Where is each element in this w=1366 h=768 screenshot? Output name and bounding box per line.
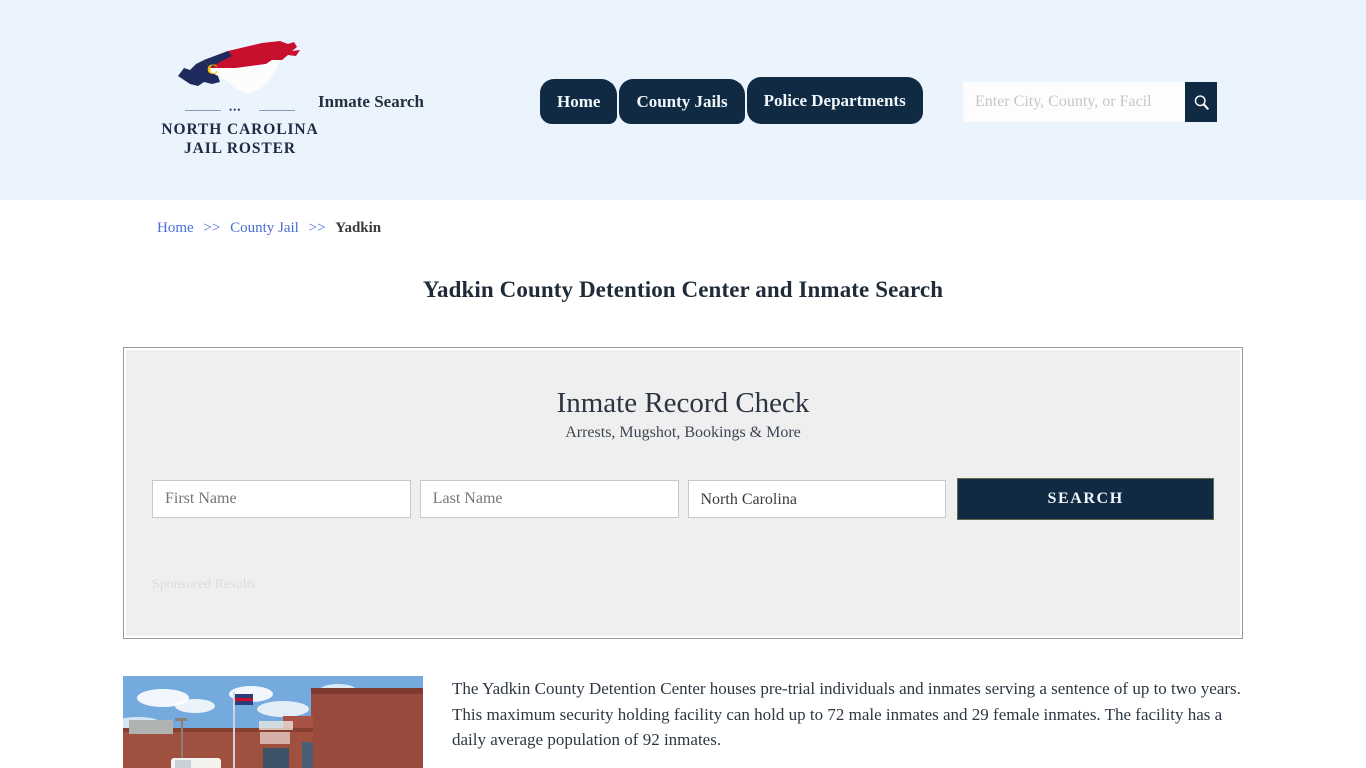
header-inner: C ••• NORTH CAROLINA JAIL ROSTER Inmate … xyxy=(123,0,1243,200)
facility-photo xyxy=(123,676,423,768)
inmate-record-check-card: Inmate Record Check Arrests, Mugshot, Bo… xyxy=(123,347,1243,639)
breadcrumb-item-home[interactable]: Home xyxy=(157,220,194,236)
state-select[interactable]: North Carolina xyxy=(687,480,947,518)
site-header: C ••• NORTH CAROLINA JAIL ROSTER Inmate … xyxy=(0,0,1366,200)
breadcrumb-separator: >> xyxy=(308,220,326,236)
sponsored-results-label: Sponsored Results xyxy=(152,577,256,592)
logo-text-line2: JAIL ROSTER xyxy=(184,140,296,157)
facility-content-row: The Yadkin County Detention Center house… xyxy=(123,676,1243,768)
inmate-search-form: North Carolina SEARCH xyxy=(124,478,1242,520)
page-title: Yadkin County Detention Center and Inmat… xyxy=(422,277,944,302)
breadcrumb-separator: >> xyxy=(203,220,221,236)
first-name-input[interactable] xyxy=(152,480,411,518)
nav-item-police-departments[interactable]: Police Departments xyxy=(746,77,923,124)
header-search-button[interactable] xyxy=(1185,82,1217,122)
last-name-input[interactable] xyxy=(419,480,679,518)
search-icon xyxy=(1194,94,1209,110)
nav-item-home[interactable]: Home xyxy=(540,79,618,124)
inmate-search-submit-button[interactable]: SEARCH xyxy=(957,478,1214,520)
breadcrumb-item-county-jail[interactable]: County Jail xyxy=(230,220,299,236)
logo-text-line1: NORTH CAROLINA xyxy=(161,121,319,138)
card-title: Inmate Record Check xyxy=(556,387,810,419)
north-carolina-state-map-icon: C xyxy=(178,41,300,94)
main-navigation: Home County Jails Police Departments xyxy=(540,77,925,124)
header-search-input[interactable] xyxy=(963,82,1185,122)
nav-item-county-jails[interactable]: County Jails xyxy=(619,79,745,124)
breadcrumb-item-current: Yadkin xyxy=(335,220,382,236)
logo-divider-ornament: ••• xyxy=(185,106,295,116)
facility-description: The Yadkin County Detention Center house… xyxy=(452,679,1241,749)
site-logo[interactable]: C ••• NORTH CAROLINA JAIL ROSTER xyxy=(155,38,325,158)
header-search xyxy=(963,82,1217,122)
card-subtitle: Arrests, Mugshot, Bookings & More xyxy=(565,424,801,441)
svg-text:C: C xyxy=(207,62,218,78)
site-tagline: Inmate Search xyxy=(318,92,424,111)
logo-divider-dots: ••• xyxy=(229,105,242,115)
breadcrumb: Home >> County Jail >> Yadkin xyxy=(123,200,1243,237)
